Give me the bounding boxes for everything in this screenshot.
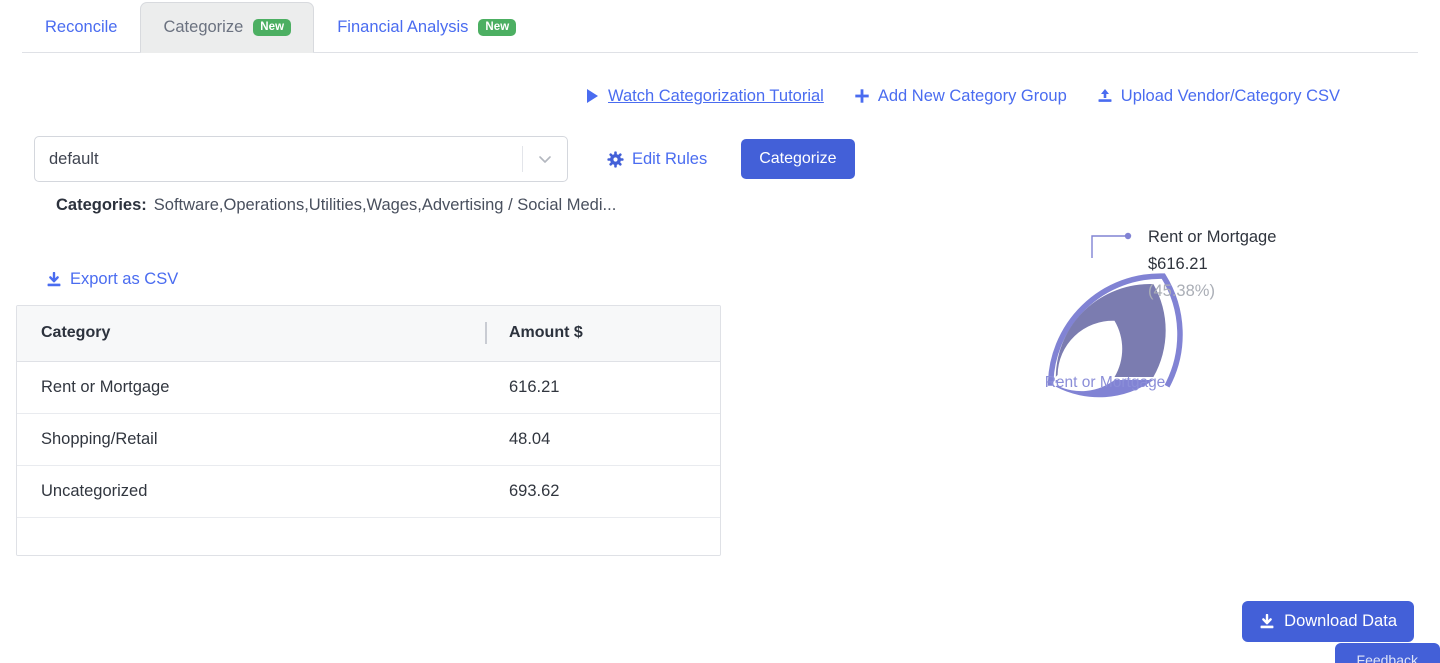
download-icon [1259,614,1275,630]
new-badge: New [253,19,291,37]
callout-amount: $616.21 [1148,255,1208,273]
column-header-label: Amount $ [509,324,583,341]
table-row[interactable]: Rent or Mortgage 616.21 [17,361,720,413]
watch-tutorial-label: Watch Categorization Tutorial [608,88,824,105]
categories-summary: Categories: Software,Operations,Utilities… [56,196,616,215]
feedback-label: Feedback [1357,652,1418,663]
feedback-button[interactable]: Feedback [1335,643,1440,663]
watch-tutorial-link[interactable]: Watch Categorization Tutorial [585,88,824,105]
table-row[interactable]: Shopping/Retail 48.04 [17,413,720,465]
edit-rules-label: Edit Rules [632,150,707,169]
callout-leader-line [1092,236,1125,258]
cell-empty [17,517,485,555]
column-resize-handle[interactable] [485,322,487,344]
export-csv-link[interactable]: Export as CSV [46,270,178,289]
gear-icon [607,151,624,168]
cell-amount: 48.04 [485,413,720,465]
upload-csv-link[interactable]: Upload Vendor/Category CSV [1097,88,1340,105]
categories-label: Categories: [56,196,147,214]
cell-category: Uncategorized [17,465,485,517]
donut-center-label: Rent or Mortgage [1045,374,1166,391]
callout-leader-dot [1125,233,1131,239]
new-badge: New [478,19,516,37]
tab-categorize[interactable]: Categorize New [140,2,314,52]
cell-category: Rent or Mortgage [17,361,485,413]
category-group-select[interactable]: default [34,136,568,182]
download-icon [46,272,62,288]
add-category-group-link[interactable]: Add New Category Group [854,88,1067,105]
categorize-button[interactable]: Categorize [741,139,854,179]
categories-value: Software,Operations,Utilities,Wages,Adve… [154,196,617,214]
categories-table: Category Amount $ Rent or Mortgage 616.2… [16,305,721,556]
download-data-label: Download Data [1284,612,1397,631]
select-value: default [35,150,522,169]
cell-amount: 693.62 [485,465,720,517]
cell-category: Shopping/Retail [17,413,485,465]
edit-rules-link[interactable]: Edit Rules [607,150,707,169]
column-header-amount[interactable]: Amount $ [485,306,720,361]
category-donut-chart: Rent or Mortgage Rent or Mortgage $616.2… [900,200,1420,520]
upload-csv-label: Upload Vendor/Category CSV [1121,88,1340,105]
callout-category-name: Rent or Mortgage [1148,228,1276,246]
download-data-button[interactable]: Download Data [1242,601,1414,642]
add-category-group-label: Add New Category Group [878,88,1067,105]
play-icon [585,88,600,104]
callout-percent: (45.38%) [1148,282,1215,300]
export-csv-label: Export as CSV [70,270,178,289]
table-row[interactable]: Uncategorized 693.62 [17,465,720,517]
tab-label: Reconcile [45,19,117,36]
categorize-page: Reconcile Categorize New Financial Analy… [0,0,1440,663]
table-empty-row [17,517,720,555]
cell-empty [485,517,720,555]
tab-reconcile[interactable]: Reconcile [22,2,140,52]
tab-label: Financial Analysis [337,19,468,36]
table-header-row: Category Amount $ [17,306,720,361]
column-header-label: Category [41,324,110,341]
toolbar-actions: Watch Categorization Tutorial Add New Ca… [0,88,1400,105]
controls-row: default [34,136,855,182]
plus-icon [854,88,870,104]
upload-icon [1097,88,1113,104]
column-header-category[interactable]: Category [17,306,485,361]
tab-bar: Reconcile Categorize New Financial Analy… [22,0,1418,53]
tab-label: Categorize [163,19,243,36]
chevron-down-icon[interactable] [523,149,567,169]
cell-amount: 616.21 [485,361,720,413]
tab-financial-analysis[interactable]: Financial Analysis New [314,2,539,52]
